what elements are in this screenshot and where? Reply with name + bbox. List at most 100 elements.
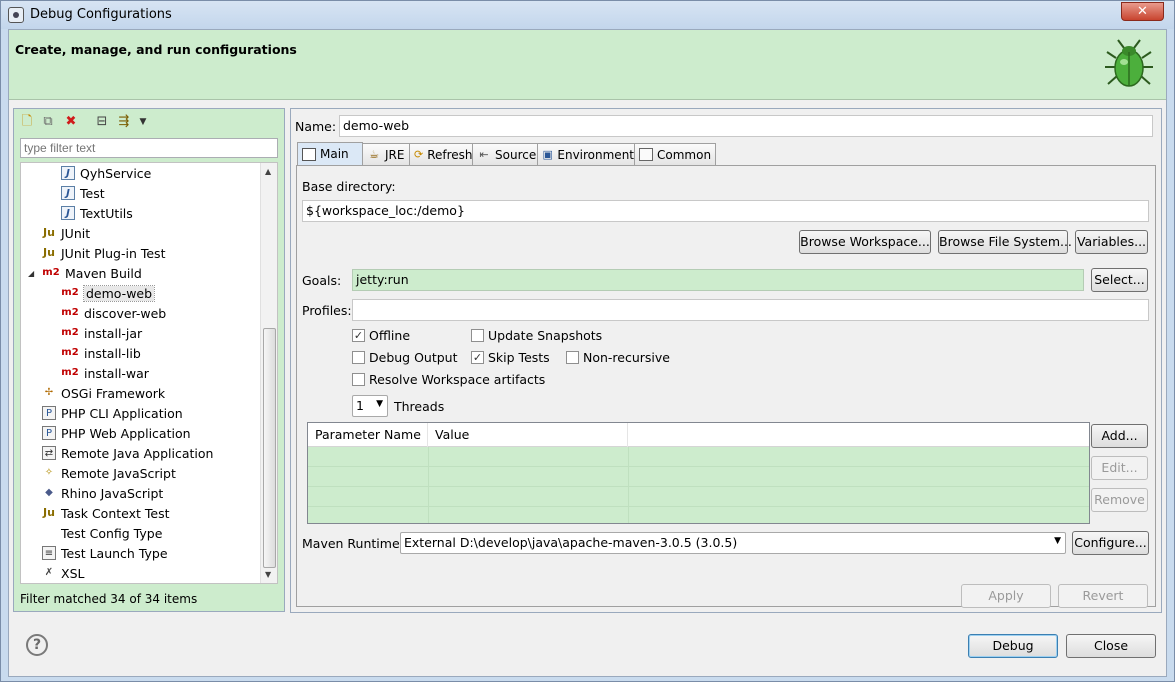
tree-item[interactable]: m2 demo-web [61, 283, 156, 303]
add-parameter-button[interactable]: Add... [1091, 424, 1148, 448]
tree-item[interactable]: P PHP Web Application [42, 423, 191, 443]
resolve-workspace-checkbox[interactable]: Resolve Workspace artifacts [352, 372, 545, 387]
collapse-all-icon[interactable]: ⊟ [94, 114, 110, 130]
tree-item[interactable]: ⇄ Remote Java Application [42, 443, 213, 463]
parameters-table[interactable]: Parameter Name Value [307, 422, 1090, 524]
tree-item[interactable]: Ju JUnit Plug-in Test [42, 243, 165, 263]
checkbox-box[interactable]: ✓ [352, 329, 365, 342]
scroll-thumb[interactable] [263, 328, 276, 568]
tree-item[interactable]: Ju Task Context Test [42, 503, 169, 523]
table-row[interactable] [308, 487, 1089, 507]
tree-item[interactable]: ✗ XSL [42, 563, 85, 583]
tree-item[interactable]: ✢ OSGi Framework [42, 383, 165, 403]
browse-workspace-button[interactable]: Browse Workspace... [799, 230, 931, 254]
source-tab-icon: ⇤ [479, 148, 489, 161]
osgi-icon: ✢ [44, 387, 54, 398]
goals-field[interactable]: jetty:run [352, 269, 1084, 291]
name-field[interactable]: demo-web [339, 115, 1153, 137]
skip-tests-checkbox[interactable]: ✓ Skip Tests [471, 350, 550, 365]
browse-file-system-button[interactable]: Browse File System... [938, 230, 1072, 254]
tab-jre[interactable]: ☕ JRE [362, 143, 410, 165]
tab-environment[interactable]: ▣ Environment [537, 143, 635, 165]
header-value[interactable]: Value [428, 423, 628, 447]
tree-scrollbar[interactable]: ▲ ▼ [260, 163, 277, 583]
checkbox-box[interactable] [566, 351, 579, 364]
table-row[interactable] [308, 447, 1089, 467]
new-config-icon[interactable]: 🗋 [19, 114, 35, 130]
tree-item-label: discover-web [84, 305, 167, 321]
table-row[interactable] [308, 507, 1089, 523]
checkbox-box[interactable] [471, 329, 484, 342]
jre-tab-icon: ☕ [369, 148, 379, 161]
close-button[interactable]: Close [1066, 634, 1156, 658]
remote-java-icon: ⇄ [42, 446, 56, 460]
view-menu-icon[interactable]: ▼ [135, 114, 151, 130]
threads-label: Threads [394, 399, 445, 414]
app-icon [8, 7, 24, 23]
edit-parameter-button[interactable]: Edit... [1091, 456, 1148, 480]
scroll-up-icon[interactable]: ▲ [265, 167, 271, 176]
apply-button[interactable]: Apply [961, 584, 1051, 608]
tree-item[interactable]: ≡ Test Launch Type [42, 543, 168, 563]
maven-icon: m2 [61, 347, 79, 358]
tree-item[interactable]: P PHP CLI Application [42, 403, 183, 423]
checkbox-label: Update Snapshots [488, 328, 603, 343]
banner: Create, manage, and run configurations [9, 30, 1166, 100]
tree-item[interactable]: J Test [61, 183, 105, 203]
tree-item[interactable]: ◆ Rhino JavaScript [42, 483, 163, 503]
checkbox-box[interactable]: ✓ [471, 351, 484, 364]
duplicate-icon[interactable]: ⧉ [40, 114, 56, 130]
window-close-button[interactable]: ✕ [1121, 2, 1164, 21]
filter-input[interactable] [20, 138, 278, 158]
tree-item-label: Test Config Type [61, 525, 163, 541]
tree-item[interactable]: Test Config Type [42, 523, 162, 543]
revert-button[interactable]: Revert [1058, 584, 1148, 608]
profiles-field[interactable] [352, 299, 1149, 321]
offline-checkbox[interactable]: ✓ Offline [352, 328, 410, 343]
tab-main[interactable]: Main [297, 142, 363, 165]
config-tree: J QyhService J Test J TextUtils Ju JUnit Ju JUnit… [20, 162, 278, 584]
tree-item[interactable]: ◢ m2 Maven Build [28, 263, 142, 283]
help-icon[interactable]: ? [26, 634, 48, 656]
checkbox-box[interactable] [352, 351, 365, 364]
filter-icon[interactable]: ⇶ [116, 114, 132, 130]
table-row[interactable] [308, 467, 1089, 487]
base-directory-field[interactable]: ${workspace_loc:/demo} [302, 200, 1149, 222]
common-tab-icon [639, 148, 653, 161]
tree-item[interactable]: m2 install-lib [61, 343, 141, 363]
tab-common[interactable]: Common [634, 143, 716, 165]
configure-button[interactable]: Configure... [1072, 531, 1149, 555]
scroll-down-icon[interactable]: ▼ [265, 570, 271, 579]
tree-item[interactable]: J TextUtils [61, 203, 133, 223]
filter-status: Filter matched 34 of 34 items [20, 592, 198, 606]
tree-item-label: Test Launch Type [61, 545, 168, 561]
tab-source[interactable]: ⇤ Source [472, 143, 538, 165]
update-snapshots-checkbox[interactable]: Update Snapshots [471, 328, 602, 343]
expand-toggle-icon[interactable]: ◢ [28, 269, 38, 278]
tab-refresh[interactable]: ⟳ Refresh [409, 143, 473, 165]
header-parameter-name[interactable]: Parameter Name [308, 423, 428, 447]
goals-label: Goals: [302, 273, 342, 288]
maven-runtime-select[interactable]: External D:\develop\java\apache-maven-3.… [400, 532, 1066, 554]
variables-button[interactable]: Variables... [1075, 230, 1148, 254]
tree-item[interactable]: ✧ Remote JavaScript [42, 463, 176, 483]
remove-parameter-button[interactable]: Remove [1091, 488, 1148, 512]
checkbox-box[interactable] [352, 373, 365, 386]
java-class-icon: J [61, 186, 75, 200]
threads-select[interactable]: 1 ▼ [352, 395, 388, 417]
debug-output-checkbox[interactable]: Debug Output [352, 350, 458, 365]
dialog-client: Create, manage, and run configurations 🗋… [8, 29, 1167, 677]
tree-item-label: Test [80, 185, 105, 201]
tree-item[interactable]: m2 discover-web [61, 303, 166, 323]
tree-item[interactable]: m2 install-war [61, 363, 149, 383]
debug-button[interactable]: Debug [968, 634, 1058, 658]
delete-icon[interactable]: ✖ [63, 114, 79, 130]
tree-item-label: OSGi Framework [61, 385, 166, 401]
java-class-icon: J [61, 166, 75, 180]
tree-item[interactable]: J QyhService [61, 163, 151, 183]
tree-item[interactable]: Ju JUnit [42, 223, 90, 243]
tree-item[interactable]: m2 install-jar [61, 323, 142, 343]
non-recursive-checkbox[interactable]: Non-recursive [566, 350, 670, 365]
select-goals-button[interactable]: Select... [1091, 268, 1148, 292]
maven-icon: m2 [61, 287, 79, 298]
